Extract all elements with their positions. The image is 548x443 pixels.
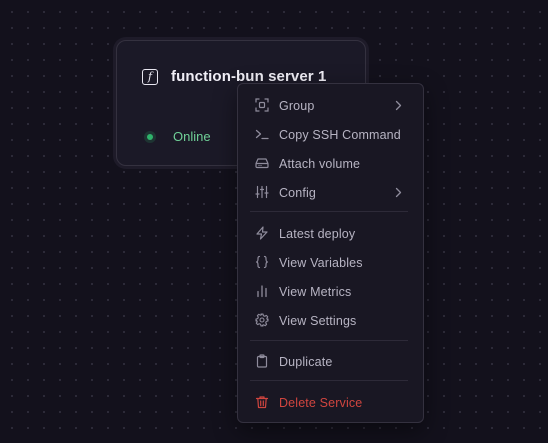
group-icon [255, 98, 269, 112]
menu-item-label: Latest deploy [279, 226, 356, 241]
trash-icon [255, 395, 269, 409]
function-icon: f [142, 68, 158, 85]
status-label: Online [173, 129, 211, 144]
context-menu: Group Copy SSH Command Attach volume Con… [237, 83, 424, 423]
menu-item-delete-service[interactable]: Delete Service [238, 388, 423, 417]
menu-divider [250, 211, 408, 212]
menu-item-label: Duplicate [279, 354, 333, 369]
function-icon-glyph: f [147, 69, 153, 83]
lightning-icon [255, 226, 269, 240]
hard-drive-icon [255, 156, 269, 170]
menu-item-config[interactable]: Config [238, 178, 423, 207]
gear-icon [255, 313, 269, 327]
menu-item-label: View Variables [279, 255, 363, 270]
menu-item-copy-ssh-command[interactable]: Copy SSH Command [238, 120, 423, 149]
menu-item-label: Delete Service [279, 395, 363, 410]
menu-item-latest-deploy[interactable]: Latest deploy [238, 219, 423, 248]
terminal-icon [255, 127, 269, 141]
menu-item-attach-volume[interactable]: Attach volume [238, 149, 423, 178]
menu-item-label: View Settings [279, 313, 357, 328]
menu-item-group[interactable]: Group [238, 91, 423, 120]
menu-divider [250, 380, 408, 381]
menu-item-label: Copy SSH Command [279, 127, 401, 142]
menu-item-label: Group [279, 98, 315, 113]
chevron-right-icon [395, 187, 402, 198]
chevron-right-icon [395, 100, 402, 111]
clipboard-icon [255, 354, 269, 368]
service-status: Online [147, 129, 211, 144]
menu-item-label: Config [279, 185, 317, 200]
status-indicator-dot [147, 133, 153, 140]
menu-item-view-metrics[interactable]: View Metrics [238, 277, 423, 306]
bar-chart-icon [255, 284, 269, 298]
menu-item-view-variables[interactable]: View Variables [238, 248, 423, 277]
menu-item-label: Attach volume [279, 156, 361, 171]
menu-divider [250, 340, 408, 341]
braces-icon [255, 255, 269, 269]
sliders-icon [255, 185, 269, 199]
menu-item-duplicate[interactable]: Duplicate [238, 347, 423, 376]
menu-item-view-settings[interactable]: View Settings [238, 306, 423, 335]
menu-item-label: View Metrics [279, 284, 352, 299]
